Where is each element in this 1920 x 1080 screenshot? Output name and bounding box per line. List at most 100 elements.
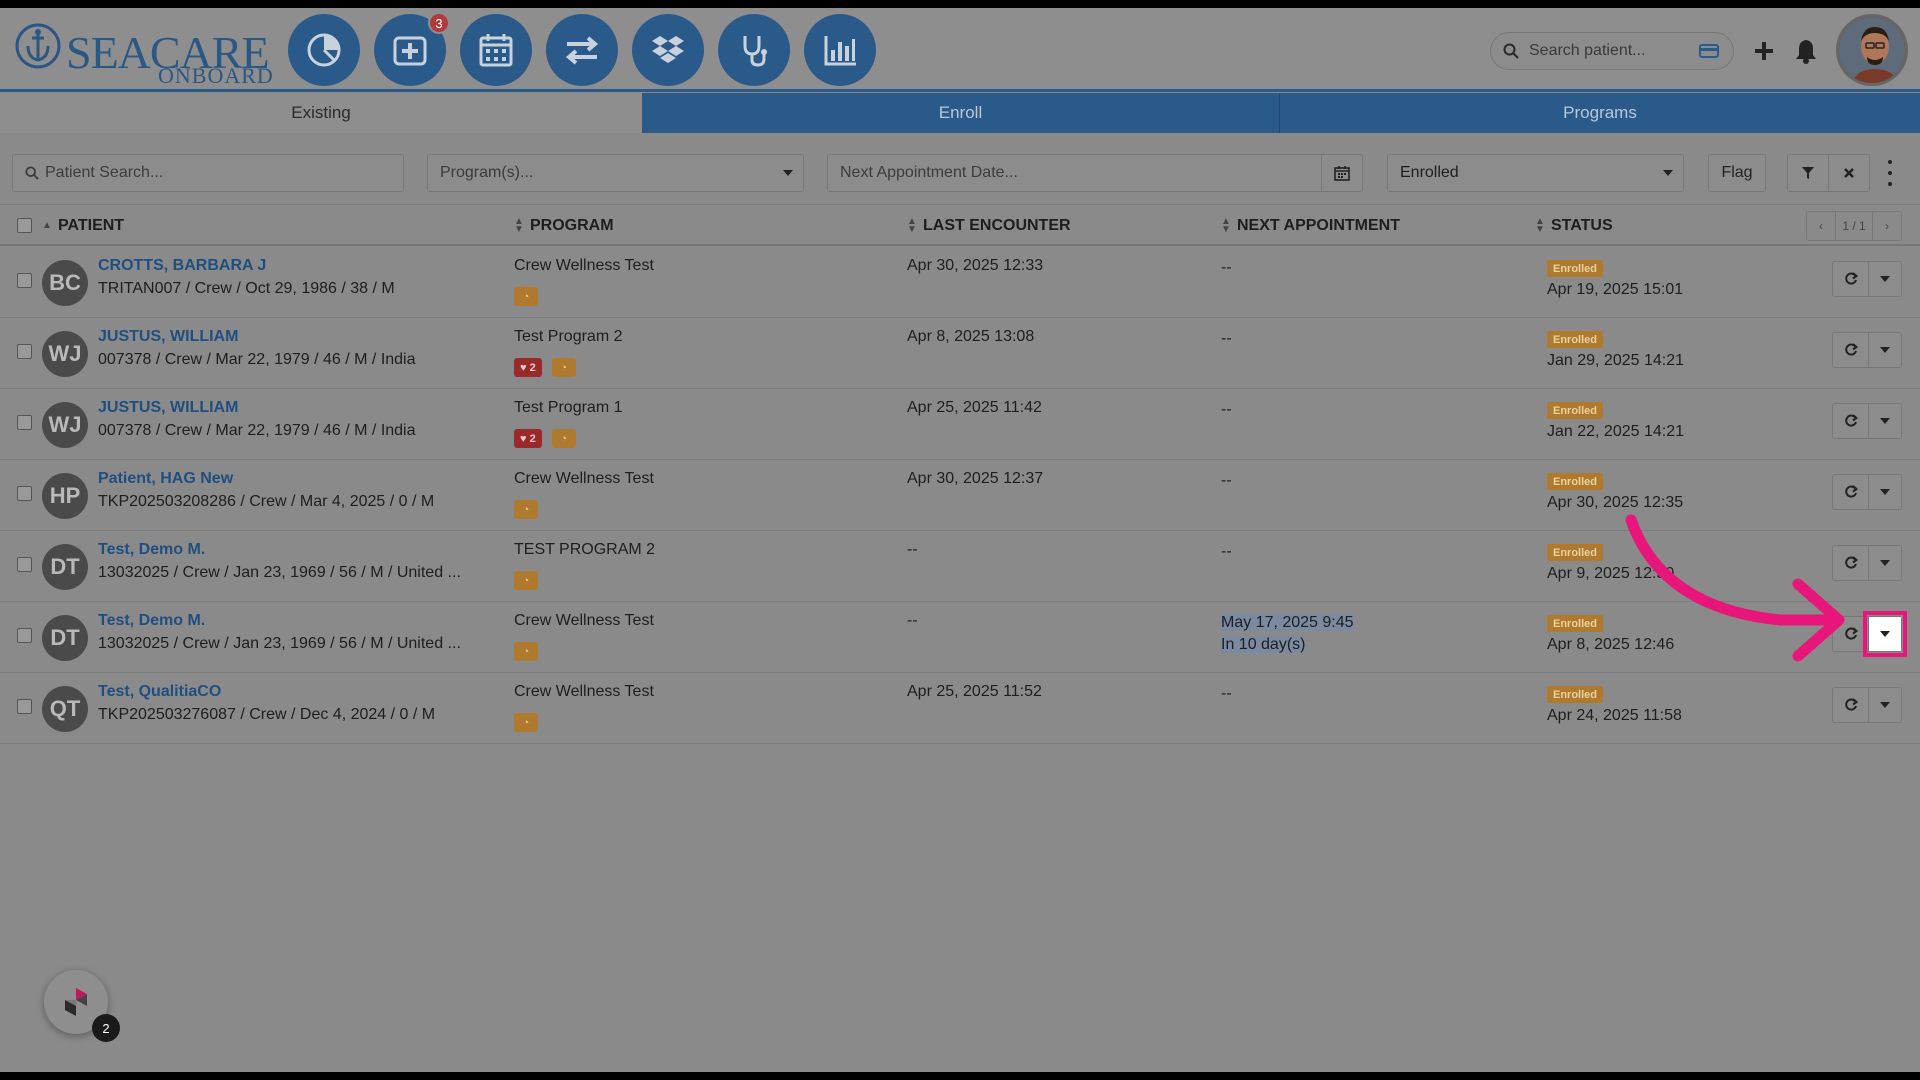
clear-filters-button[interactable] <box>1828 154 1870 192</box>
nav-medical-button[interactable]: 3 <box>374 12 450 86</box>
refresh-button[interactable] <box>1833 546 1869 580</box>
patient-details: TRITAN007 / Crew / Oct 29, 1986 / 38 / M <box>98 280 395 297</box>
refresh-button[interactable] <box>1833 475 1869 509</box>
patient-name-link[interactable]: Patient, HAG New <box>98 470 233 488</box>
refresh-button[interactable] <box>1833 404 1869 438</box>
patient-name-link[interactable]: Test, Demo M. <box>98 612 205 630</box>
column-last-encounter[interactable]: ▲ ▼ LAST ENCOUNTER <box>907 217 1071 235</box>
next-appointment-date-filter[interactable] <box>827 154 1322 192</box>
add-icon[interactable] <box>1749 36 1779 66</box>
row-dropdown-button[interactable] <box>1869 262 1901 296</box>
avatar: QT <box>42 686 88 732</box>
next-page-button[interactable]: › <box>1873 212 1901 240</box>
tab-enroll[interactable]: Enroll <box>642 93 1280 133</box>
table-header: ▲ PATIENT ▲ ▼ PROGRAM ▲ ▼ LAST ENCOUNTER ▲ ▼ NE… <box>0 206 1920 246</box>
calendar-picker-button[interactable] <box>1321 154 1363 192</box>
nav-dashboard-button[interactable] <box>288 14 360 86</box>
table-row[interactable]: WJ JUSTUS, WILLIAM 007378 / Crew / Mar 2… <box>0 389 1920 460</box>
select-all-checkbox[interactable] <box>17 218 32 233</box>
tab-existing[interactable]: Existing <box>0 93 642 133</box>
patient-search-input[interactable] <box>45 164 391 182</box>
last-encounter: Apr 30, 2025 12:37 <box>907 470 1044 487</box>
program-tags: ♥ 2 ◔ <box>514 358 576 377</box>
header-search-input[interactable] <box>1529 42 1699 60</box>
refresh-button[interactable] <box>1833 688 1869 722</box>
status-date: Apr 24, 2025 11:58 <box>1547 707 1682 724</box>
row-checkbox[interactable] <box>17 557 32 572</box>
nav-stethoscope-button[interactable] <box>718 14 790 86</box>
status-date: Apr 30, 2025 12:35 <box>1547 494 1684 511</box>
row-checkbox[interactable] <box>17 699 32 714</box>
patient-name-link[interactable]: Test, Demo M. <box>98 541 205 559</box>
tab-programs[interactable]: Programs <box>1280 93 1920 133</box>
program-name: Test Program 1 <box>514 399 623 416</box>
chevron-down-icon <box>1880 276 1890 282</box>
avatar: HP <box>42 473 88 519</box>
table-row[interactable]: HP Patient, HAG New TKP202503208286 / Cr… <box>0 460 1920 531</box>
row-dropdown-button[interactable] <box>1863 611 1907 657</box>
program-select[interactable]: Program(s)... <box>427 154 804 192</box>
row-checkbox[interactable] <box>17 344 32 359</box>
more-options-icon[interactable] <box>1883 160 1897 186</box>
patient-name-link[interactable]: JUSTUS, WILLIAM <box>98 399 238 417</box>
next-appointment: -- <box>1221 470 1232 492</box>
next-appointment: -- <box>1221 328 1232 350</box>
row-dropdown-button[interactable] <box>1869 404 1901 438</box>
last-encounter: -- <box>907 541 918 558</box>
refresh-icon <box>1844 343 1858 356</box>
table-row[interactable]: BC CROTTS, BARBARA J TRITAN007 / Crew / … <box>0 247 1920 318</box>
flag-count-badge: ♥ 2 <box>514 358 542 377</box>
nav-calendar-button[interactable] <box>460 14 532 86</box>
patient-search-filter[interactable] <box>12 154 404 192</box>
patient-name-link[interactable]: Test, QualitiaCO <box>98 683 221 701</box>
prev-page-button[interactable]: ‹ <box>1807 212 1835 240</box>
row-dropdown-button[interactable] <box>1869 475 1901 509</box>
dashboard-pie-icon <box>307 33 341 67</box>
row-checkbox[interactable] <box>17 486 32 501</box>
column-patient[interactable]: ▲ PATIENT <box>42 217 124 235</box>
patient-name-link[interactable]: CROTTS, BARBARA J <box>98 257 266 275</box>
nav-transfer-button[interactable] <box>546 14 618 86</box>
avatar: DT <box>42 615 88 661</box>
sort-icon: ▲ ▼ <box>1535 216 1545 235</box>
close-icon <box>1844 168 1854 178</box>
row-checkbox[interactable] <box>17 628 32 643</box>
patient-name-link[interactable]: JUSTUS, WILLIAM <box>98 328 238 346</box>
row-dropdown-button[interactable] <box>1869 688 1901 722</box>
row-actions <box>1832 261 1902 297</box>
bell-icon[interactable] <box>1791 36 1821 66</box>
column-program[interactable]: ▲ ▼ PROGRAM <box>514 217 614 235</box>
chevron-down-icon <box>1880 347 1890 353</box>
header-patient-search[interactable] <box>1490 32 1734 70</box>
patient-details: 007378 / Crew / Mar 22, 1979 / 46 / M / … <box>98 422 416 439</box>
status-select[interactable]: Enrolled <box>1387 154 1684 192</box>
table-row[interactable]: DT Test, Demo M. 13032025 / Crew / Jan 2… <box>0 531 1920 602</box>
table-row[interactable]: DT Test, Demo M. 13032025 / Crew / Jan 2… <box>0 602 1920 673</box>
row-checkbox[interactable] <box>17 273 32 288</box>
calendar-icon <box>479 34 513 67</box>
row-dropdown-button[interactable] <box>1869 546 1901 580</box>
nav-reports-button[interactable] <box>804 14 876 86</box>
seacare-logo[interactable]: SEACARE ONBOARD <box>14 16 274 88</box>
card-icon[interactable] <box>1699 44 1719 58</box>
filter-button[interactable] <box>1787 154 1829 192</box>
column-status[interactable]: ▲ ▼ STATUS <box>1535 217 1613 235</box>
refresh-button[interactable] <box>1833 262 1869 296</box>
refresh-button[interactable] <box>1833 617 1869 651</box>
row-dropdown-button[interactable] <box>1869 333 1901 367</box>
nav-dropbox-button[interactable] <box>632 14 704 86</box>
table-row[interactable]: WJ JUSTUS, WILLIAM 007378 / Crew / Mar 2… <box>0 318 1920 389</box>
filter-funnel-icon <box>1802 167 1814 179</box>
row-checkbox[interactable] <box>17 415 32 430</box>
filter-bar: Program(s)... Enrolled Flag <box>0 133 1920 205</box>
column-next-appointment[interactable]: ▲ ▼ NEXT APPOINTMENT <box>1221 217 1400 235</box>
bar-chart-icon <box>824 36 856 66</box>
sort-icon: ▲ ▼ <box>1221 216 1231 235</box>
table-row[interactable]: QT Test, QualitiaCO TKP202503276087 / Cr… <box>0 673 1920 744</box>
next-appointment-date-input[interactable] <box>840 164 1309 182</box>
refresh-button[interactable] <box>1833 333 1869 367</box>
calendar-icon <box>1334 166 1350 181</box>
flag-button[interactable]: Flag <box>1708 154 1766 192</box>
help-widget-button[interactable]: 2 <box>44 970 120 1042</box>
user-avatar[interactable] <box>1836 14 1908 86</box>
